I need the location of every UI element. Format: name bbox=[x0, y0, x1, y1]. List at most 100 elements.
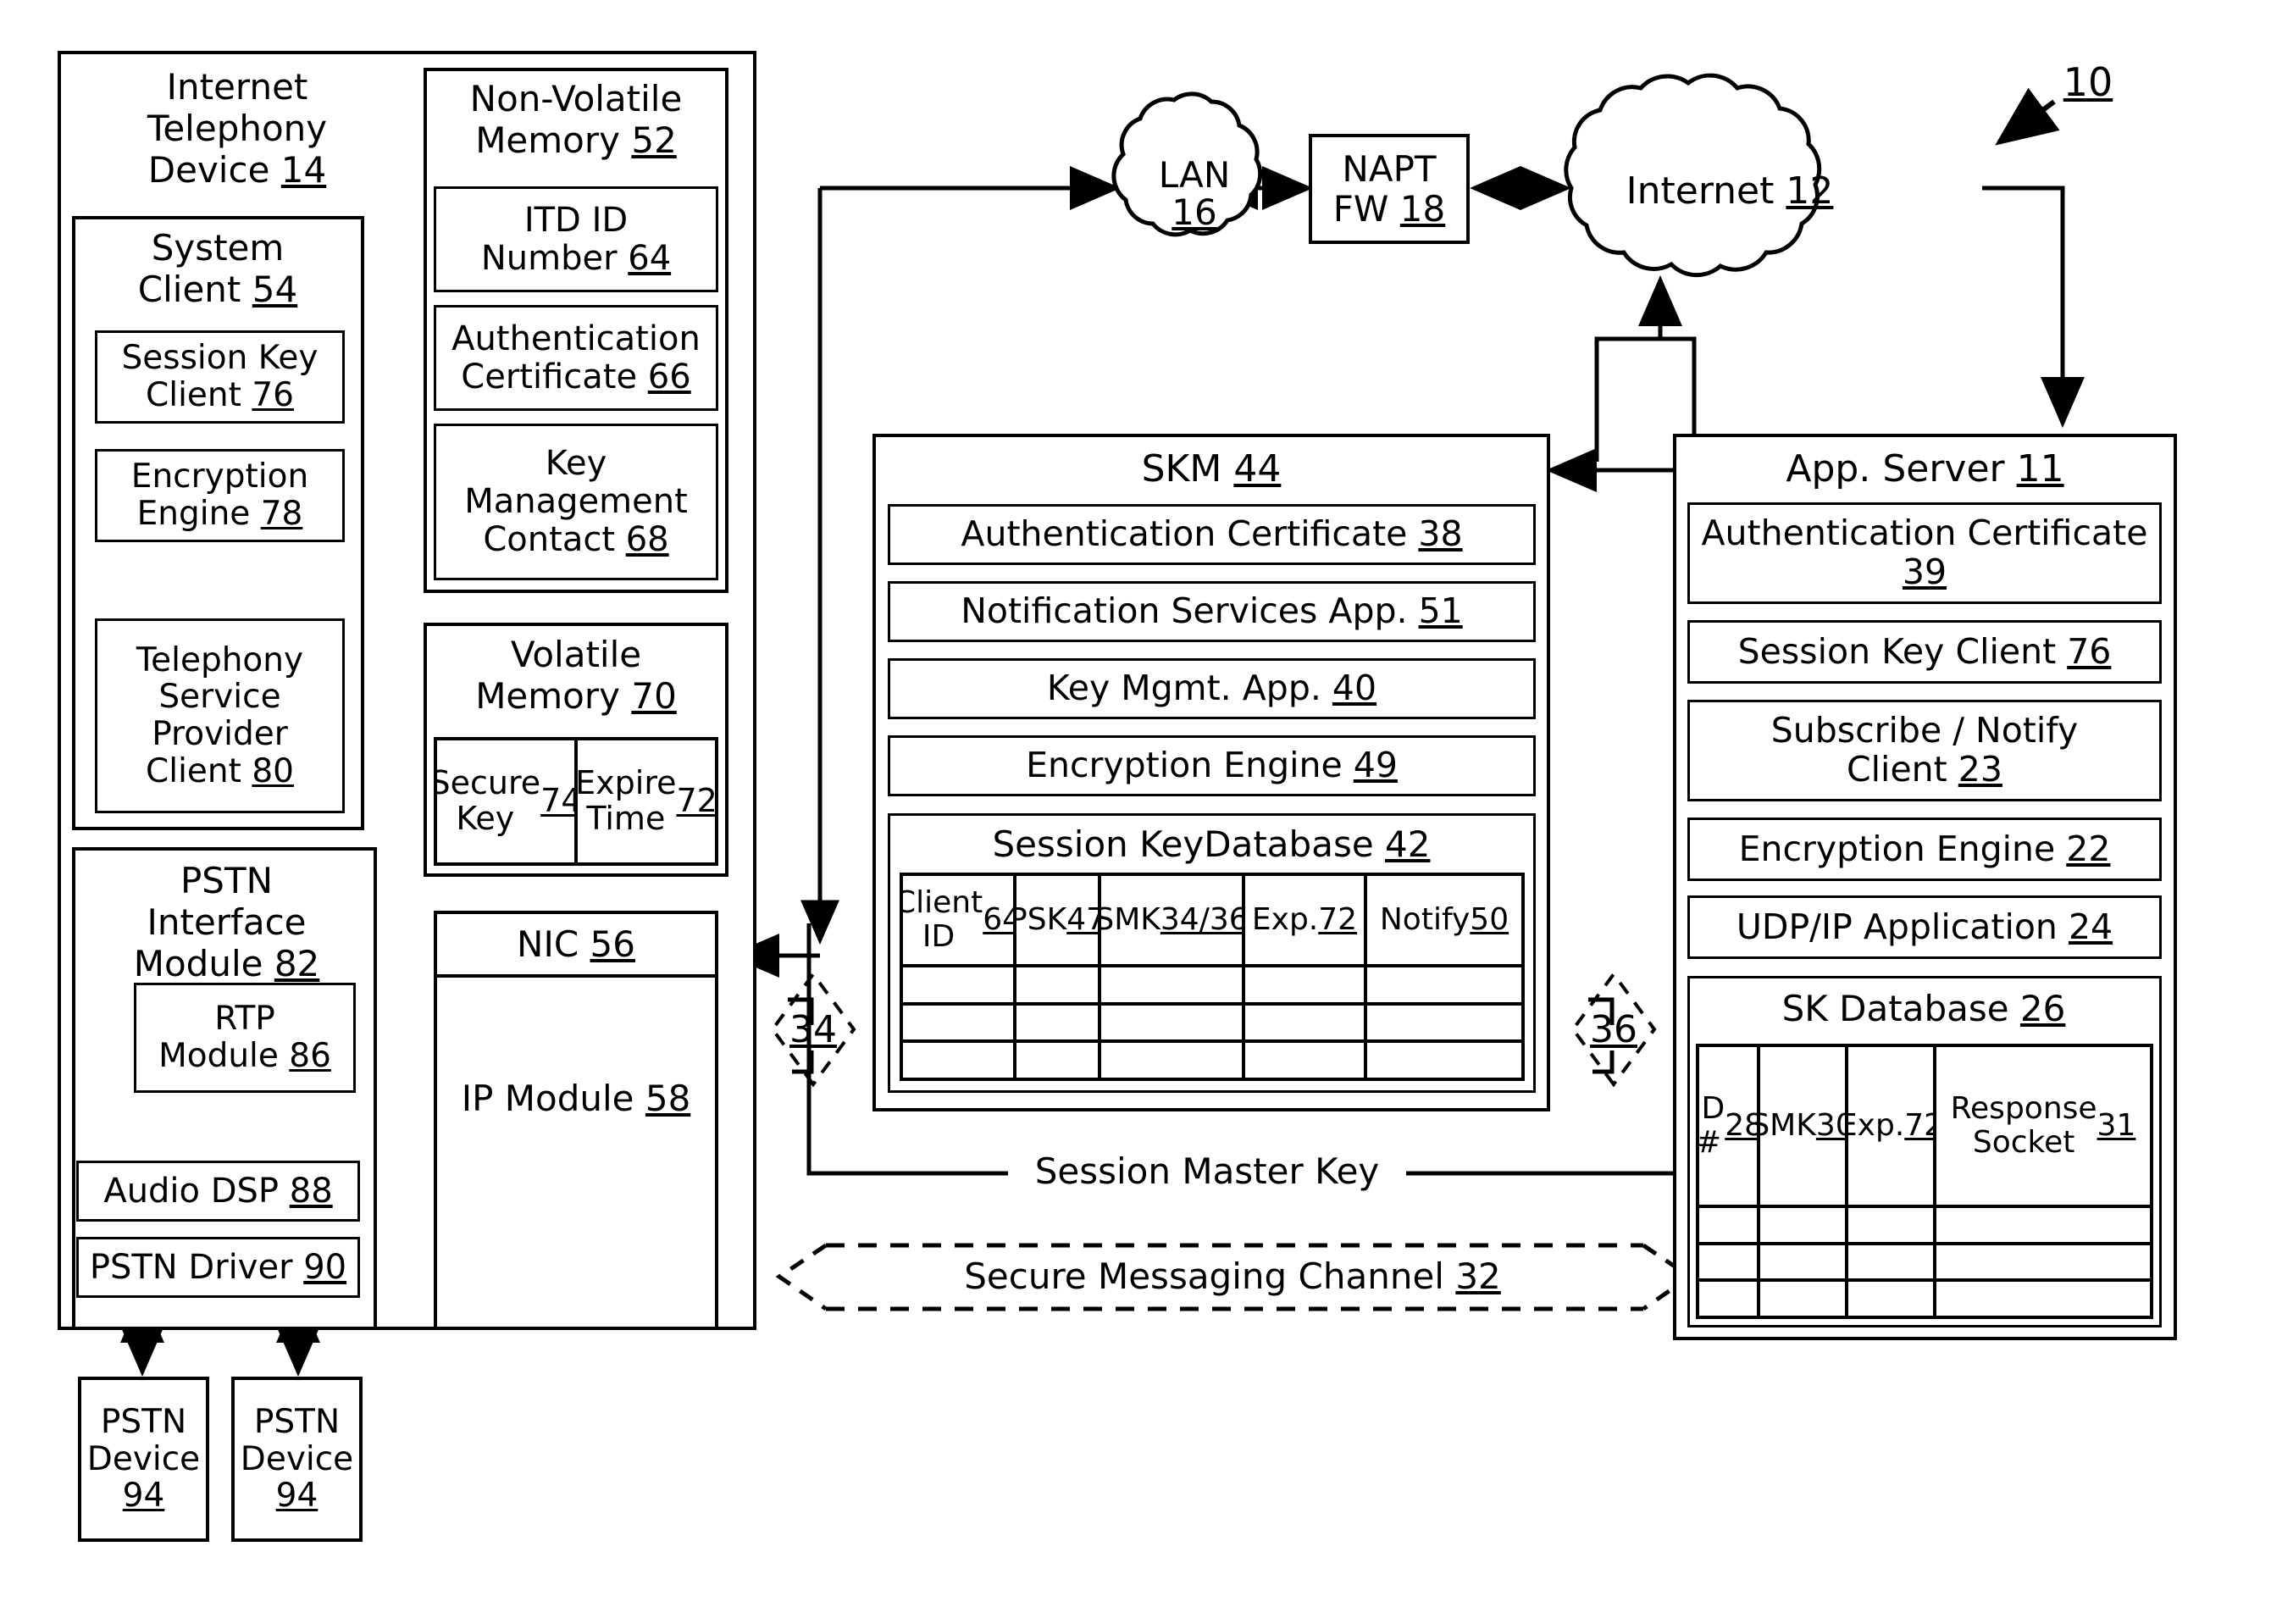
app-server-item-label: UDP/IP Application 24 bbox=[1736, 906, 2113, 947]
napt-fw-box[interactable]: NAPT FW 18 bbox=[1309, 134, 1470, 244]
encryption-engine-78-label: Encryption Engine 78 bbox=[130, 457, 309, 533]
volatile-memory-cells: Secure Key 74 Expire Time 72 bbox=[434, 737, 718, 866]
sk-database-table: ID#28 SMK30 Exp.72 ResponseSocket 31 bbox=[1696, 1044, 2153, 1319]
cell bbox=[1245, 967, 1367, 1002]
app-server-item-label: Encryption Engine 22 bbox=[1738, 828, 2111, 869]
pstn-interface-module-title: PSTN Interface Module 82 bbox=[133, 860, 320, 984]
figure-reference-10: 10 bbox=[2063, 59, 2113, 105]
col-smk: SMK30 bbox=[1760, 1047, 1848, 1205]
non-volatile-memory-title: Non-Volatile Memory 52 bbox=[469, 78, 683, 161]
col-response-socket: Response Socket 31 bbox=[1950, 1091, 2136, 1160]
table-row bbox=[903, 1005, 1521, 1044]
telephony-service-provider-client-box[interactable]: Telephony Service Provider Client 80 bbox=[95, 618, 345, 813]
cell bbox=[1699, 1244, 1760, 1279]
cell bbox=[1760, 1244, 1848, 1279]
key-management-contact-box[interactable]: Key Management Contact 68 bbox=[434, 424, 718, 580]
col-smk: SMK 34/36 bbox=[1101, 876, 1245, 964]
ip-module-label: IP Module 58 bbox=[461, 1078, 691, 1119]
cell bbox=[1016, 1005, 1101, 1040]
skm-key-mgmt-app-40[interactable]: Key Mgmt. App. 40 bbox=[888, 658, 1536, 719]
cell bbox=[1367, 967, 1521, 1002]
pstn-driver-label: PSTN Driver 90 bbox=[89, 1247, 347, 1287]
col-client-id: ClientID 64 bbox=[903, 876, 1016, 964]
cell bbox=[1848, 1244, 1936, 1279]
cell bbox=[1699, 1282, 1760, 1316]
app-subscribe-notify-client-23[interactable]: Subscribe / Notify Client 23 bbox=[1687, 700, 2162, 801]
table-row bbox=[1699, 1244, 2150, 1283]
cell bbox=[1936, 1282, 2150, 1316]
cell bbox=[1367, 1043, 1521, 1078]
key-management-contact-label: Key Management Contact 68 bbox=[464, 444, 688, 559]
secure-key-cell: Secure Key 74 bbox=[437, 740, 578, 862]
rtp-module-label: RTP Module 86 bbox=[158, 1000, 331, 1075]
skm-title: SKM 44 bbox=[1141, 447, 1282, 491]
secure-messaging-channel-label: Secure Messaging Channel 32 bbox=[936, 1255, 1529, 1297]
cell bbox=[1760, 1282, 1848, 1316]
col-id-number: ID#28 bbox=[1699, 1047, 1760, 1205]
pstn-driver-box[interactable]: PSTN Driver 90 bbox=[76, 1237, 360, 1298]
pstn-device-2[interactable]: PSTN Device 94 bbox=[231, 1377, 363, 1542]
volatile-memory-title: Volatile Memory 70 bbox=[475, 634, 677, 717]
session-key-database-title: Session KeyDatabase 42 bbox=[992, 823, 1431, 865]
cell bbox=[1936, 1245, 2150, 1279]
napt-fw-label: NAPT FW 18 bbox=[1332, 147, 1446, 230]
cell bbox=[1101, 1005, 1245, 1040]
session-key-database-table: ClientID 64 PSK47 SMK34/36 Exp.72 Notify… bbox=[900, 873, 1525, 1081]
itd-title: Internet Telephony Device 14 bbox=[147, 66, 328, 191]
skm-item-label: Key Mgmt. App. 40 bbox=[1046, 668, 1377, 709]
skm-item-label: Encryption Engine 49 bbox=[1026, 745, 1398, 786]
col-exp: Exp.72 bbox=[1848, 1047, 1936, 1205]
smk-ref-36-label: 36 bbox=[1590, 1008, 1637, 1051]
cell bbox=[1699, 1208, 1760, 1242]
skm-item-label: Notification Services App. 51 bbox=[961, 590, 1463, 632]
col-psk: PSK47 bbox=[1016, 876, 1101, 964]
sk-database-title: SK Database 26 bbox=[1781, 988, 2066, 1029]
skm-notification-services-app-51[interactable]: Notification Services App. 51 bbox=[888, 581, 1536, 642]
app-session-key-client-76[interactable]: Session Key Client 76 bbox=[1687, 620, 2162, 684]
cell bbox=[1848, 1282, 1936, 1316]
cell bbox=[1848, 1208, 1936, 1242]
rtp-module-box[interactable]: RTP Module 86 bbox=[134, 983, 356, 1093]
audio-dsp-box[interactable]: Audio DSP 88 bbox=[76, 1161, 360, 1222]
col-notify: Notify 50 bbox=[1379, 902, 1509, 938]
cell bbox=[1367, 1006, 1521, 1040]
itd-id-number-label: ITD ID Number 64 bbox=[480, 200, 672, 278]
app-server-item-label: Session Key Client 76 bbox=[1737, 630, 2112, 672]
skm-encryption-engine-49[interactable]: Encryption Engine 49 bbox=[888, 735, 1536, 796]
pstn-device-1[interactable]: PSTN Device 94 bbox=[78, 1377, 209, 1542]
app-authentication-certificate-39[interactable]: Authentication Certificate 39 bbox=[1687, 502, 2162, 604]
pstn-device-2-label: PSTN Device 94 bbox=[240, 1402, 354, 1516]
cell bbox=[1101, 1043, 1245, 1078]
lan-label: LAN 16 bbox=[1158, 154, 1231, 234]
table-row bbox=[903, 1043, 1521, 1078]
cell bbox=[903, 967, 1016, 1002]
cell bbox=[1101, 967, 1245, 1002]
authentication-certificate-66-label: Authentication Certificate 66 bbox=[451, 319, 701, 396]
itd-id-number-box[interactable]: ITD ID Number 64 bbox=[434, 186, 718, 292]
app-server-item-label: Authentication Certificate 39 bbox=[1701, 513, 2148, 592]
table-row bbox=[903, 967, 1521, 1006]
app-server-title: App. Server 11 bbox=[1786, 447, 2064, 491]
patent-figure-canvas: Internet Telephony Device 14 System Client … bbox=[0, 0, 2271, 1624]
nic-divider bbox=[434, 974, 718, 978]
audio-dsp-label: Audio DSP 88 bbox=[103, 1171, 333, 1211]
cell bbox=[1245, 1005, 1367, 1040]
encryption-engine-78-box[interactable]: Encryption Engine 78 bbox=[95, 449, 345, 542]
session-key-client-label: Session Key Client 76 bbox=[121, 339, 318, 414]
authentication-certificate-66-box[interactable]: Authentication Certificate 66 bbox=[434, 305, 718, 411]
cell bbox=[1016, 1043, 1101, 1078]
table-row bbox=[1699, 1282, 2150, 1316]
smk-ref-34-label: 34 bbox=[789, 1008, 837, 1051]
skm-authentication-certificate-38[interactable]: Authentication Certificate 38 bbox=[888, 504, 1536, 565]
session-key-client-box[interactable]: Session Key Client 76 bbox=[95, 330, 345, 424]
app-udp-ip-application-24[interactable]: UDP/IP Application 24 bbox=[1687, 895, 2162, 959]
table-row bbox=[1699, 1208, 2150, 1245]
cell bbox=[1245, 1043, 1367, 1078]
skm-item-label: Authentication Certificate 38 bbox=[961, 513, 1463, 555]
nic-title: NIC 56 bbox=[517, 923, 635, 965]
app-encryption-engine-22[interactable]: Encryption Engine 22 bbox=[1687, 818, 2162, 881]
system-client-title: System Client 54 bbox=[137, 227, 298, 310]
col-exp: Exp.72 bbox=[1245, 876, 1367, 964]
app-server-item-label: Subscribe / Notify Client 23 bbox=[1770, 710, 2079, 790]
cell bbox=[903, 1043, 1016, 1078]
